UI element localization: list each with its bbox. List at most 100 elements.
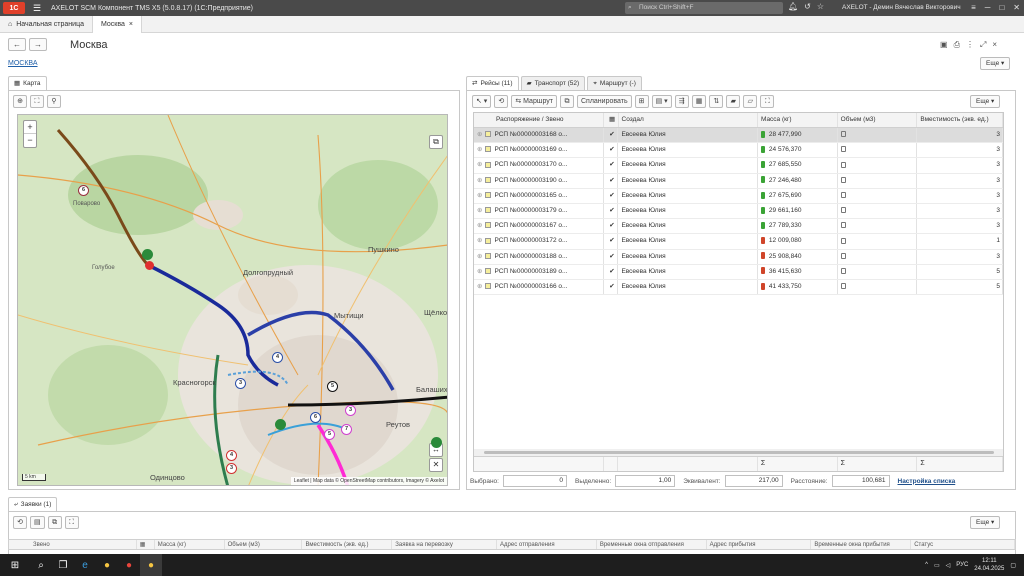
- table-row[interactable]: ⊕ РСП №00000003168 о... ✔ Евсеева Юлия 28 47…: [474, 128, 1003, 144]
- table-row[interactable]: ⊕ РСП №00000003189 о... ✔ Евсеева Юлия 36 41…: [474, 264, 1003, 280]
- col-capacity[interactable]: Вместимость (экв. ед.): [302, 540, 393, 549]
- copy-button[interactable]: ⧉: [559, 95, 574, 108]
- table-row[interactable]: ⊕ РСП №00000003179 о... ✔ Евсеева Юлия 29 66…: [474, 203, 1003, 220]
- col-creator[interactable]: Создал: [619, 113, 758, 127]
- truck-remove-icon[interactable]: ▱: [743, 95, 758, 108]
- reassign-button[interactable]: ⇅: [709, 95, 724, 108]
- route-pin[interactable]: 5: [324, 429, 335, 440]
- route-pin[interactable]: 3: [226, 463, 237, 474]
- route-pin[interactable]: 6: [78, 185, 89, 196]
- layers-icon[interactable]: ⧉: [429, 135, 443, 149]
- import-dropdown-button[interactable]: ▤ ▾: [651, 95, 672, 108]
- route-pin[interactable]: 6: [310, 412, 321, 423]
- col-link[interactable]: Звено: [9, 540, 137, 549]
- col-volume[interactable]: Объем (м3): [225, 540, 303, 549]
- tray-chevron-icon[interactable]: ^: [925, 562, 928, 568]
- settings-icon[interactable]: ≡: [971, 0, 976, 16]
- truck-marker-icon[interactable]: [275, 419, 286, 430]
- expand-icon[interactable]: ⊕: [477, 268, 482, 275]
- requests-expand-button[interactable]: ⛶: [64, 516, 79, 529]
- network-icon[interactable]: ▭: [934, 562, 940, 569]
- keyboard-language[interactable]: РУС: [956, 562, 968, 568]
- expand-icon[interactable]: ⊕: [477, 237, 482, 244]
- col-from-window[interactable]: Временные окна отправления: [597, 540, 707, 549]
- zoom-in-button[interactable]: +: [24, 121, 36, 134]
- tab-transport[interactable]: ▰ Транспорт (52): [520, 76, 586, 90]
- windows-start-icon[interactable]: ⊞: [0, 554, 30, 576]
- tab-moscow[interactable]: Москва ×: [92, 16, 142, 33]
- map-attribution[interactable]: Leaflet | Map data © OpenStreetMap contr…: [290, 477, 447, 485]
- clear-map-icon[interactable]: ✕: [429, 458, 443, 472]
- col-mass[interactable]: Масса (кг): [155, 540, 225, 549]
- table-row[interactable]: ⊕ РСП №00000003169 о... ✔ Евсеева Юлия 24 57…: [474, 143, 1003, 159]
- col-capacity[interactable]: Вместимость (экв. ед.): [917, 113, 1003, 127]
- table-row[interactable]: ⊕ РСП №00000003165 о... ✔ Евсеева Юлия 27 67…: [474, 188, 1003, 204]
- expand-grid-button[interactable]: ⛶: [760, 95, 775, 108]
- truck-marker-icon[interactable]: [142, 249, 153, 260]
- notifications-icon[interactable]: ▢: [1010, 562, 1016, 569]
- 1c-active-app-icon[interactable]: ●: [140, 554, 162, 576]
- row-checkbox[interactable]: [485, 131, 492, 138]
- bell-icon[interactable]: 🔔︎: [788, 2, 798, 11]
- row-checkbox[interactable]: [485, 207, 492, 214]
- col-map-icon[interactable]: ▦: [137, 540, 155, 549]
- save-icon[interactable]: ▣: [940, 40, 948, 50]
- action-dropdown-button[interactable]: ↖ ▾: [472, 95, 492, 108]
- route-pin[interactable]: 3: [235, 378, 246, 389]
- expand-icon[interactable]: ⊕: [477, 283, 482, 290]
- expand-icon[interactable]: ⊕: [477, 192, 482, 199]
- col-order[interactable]: Распоряжение / Звено: [474, 113, 604, 127]
- tab-requests[interactable]: ⤶ Заявки (1): [8, 497, 58, 511]
- requests-copy-button[interactable]: ⧉: [47, 516, 62, 529]
- requests-list-button[interactable]: ▤: [30, 516, 45, 529]
- print-icon[interactable]: ⎙: [954, 40, 960, 50]
- expand-icon[interactable]: ⊕: [477, 131, 482, 138]
- expand-icon[interactable]: ⊕: [477, 253, 482, 260]
- tab-close-icon[interactable]: ×: [129, 21, 133, 28]
- minimize-icon[interactable]: ─: [985, 0, 991, 16]
- row-checkbox[interactable]: [485, 267, 492, 274]
- zoom-out-button[interactable]: −: [24, 134, 36, 147]
- split-button[interactable]: ⇶: [674, 95, 689, 108]
- col-map-icon[interactable]: ▦: [604, 113, 619, 127]
- add-button[interactable]: ⊞: [634, 95, 649, 108]
- route-map[interactable]: + − ⧉ ↔ ✕ Поварово Пушкино Долгопрудный …: [17, 114, 448, 486]
- list-settings-link[interactable]: Настройка списка: [898, 478, 956, 485]
- route-pin[interactable]: 4: [272, 352, 283, 363]
- expand-icon[interactable]: ⤢: [980, 40, 986, 50]
- menu-dots-icon[interactable]: ⋮: [966, 40, 974, 50]
- back-button[interactable]: ←: [8, 38, 26, 51]
- tab-route[interactable]: ⌖ Маршрут (-): [587, 76, 642, 90]
- table-row[interactable]: ⊕ РСП №00000003170 о... ✔ Евсеева Юлия 27 68…: [474, 158, 1003, 174]
- col-volume[interactable]: Объем (м3): [838, 113, 918, 127]
- plan-button[interactable]: Спланировать: [576, 95, 632, 108]
- current-user[interactable]: AXELOT - Демин Вячеслав Викторович: [842, 0, 961, 16]
- row-checkbox[interactable]: [485, 283, 492, 290]
- route-pin[interactable]: 3: [345, 405, 356, 416]
- close-icon[interactable]: ✕: [1013, 0, 1020, 16]
- edge-icon[interactable]: e: [74, 554, 96, 576]
- expand-icon[interactable]: ⊕: [477, 207, 482, 214]
- tab-trips[interactable]: ⇄ Рейсы (11): [466, 76, 519, 90]
- task-view-icon[interactable]: ❐: [52, 554, 74, 576]
- center-map-button[interactable]: ⊕: [13, 95, 27, 108]
- chrome-icon[interactable]: ●: [118, 554, 140, 576]
- 1c-app-icon[interactable]: ●: [96, 554, 118, 576]
- route-pin[interactable]: 7: [341, 424, 352, 435]
- table-row[interactable]: ⊕ РСП №00000003167 о... ✔ Евсеева Юлия 27 78…: [474, 219, 1003, 235]
- col-status[interactable]: Статус: [911, 540, 1015, 549]
- location-link[interactable]: МОСКВА: [8, 60, 38, 67]
- volume-icon[interactable]: ◁: [946, 562, 951, 569]
- taskbar-clock[interactable]: 12:11 24.04.2025: [974, 557, 1004, 573]
- fit-bounds-button[interactable]: ⛶: [30, 95, 44, 108]
- col-request[interactable]: Заявка на перевозку: [392, 540, 498, 549]
- table-row[interactable]: ⊕ РСП №00000003166 о... ✔ Евсеева Юлия 41 43…: [474, 279, 1003, 296]
- grid-more-button[interactable]: Еще ▾: [970, 95, 1001, 108]
- tab-home[interactable]: ⌂ Начальная страница: [0, 16, 93, 33]
- expand-icon[interactable]: ⊕: [477, 161, 482, 168]
- col-mass[interactable]: Масса (кг): [758, 113, 838, 127]
- hamburger-menu-icon[interactable]: ☰: [29, 3, 45, 14]
- search-icon[interactable]: ⌕: [30, 554, 52, 576]
- row-checkbox[interactable]: [485, 192, 492, 199]
- row-checkbox[interactable]: [485, 252, 492, 259]
